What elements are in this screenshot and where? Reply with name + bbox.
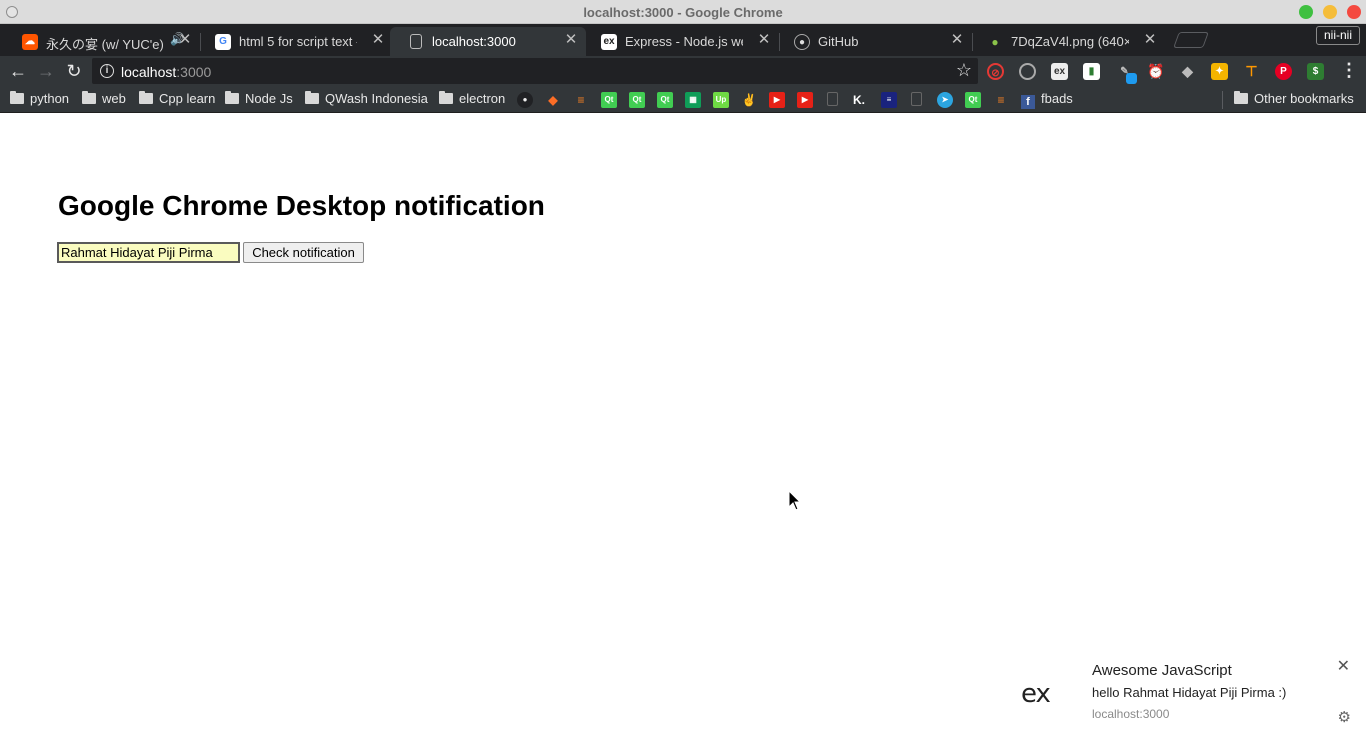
bookmark-folder-web[interactable]: web [82, 91, 126, 106]
cat-extension-icon[interactable]: ◆ [1179, 63, 1196, 80]
tab-label: localhost:3000 [432, 34, 516, 49]
minimize-button[interactable] [1323, 5, 1337, 19]
express-icon: ex [601, 34, 617, 50]
tab-google-search[interactable]: G html 5 for script text - G ✕ [197, 27, 393, 56]
reload-icon[interactable]: ↻ [63, 60, 85, 82]
sheet-extension-icon[interactable]: ▮ [1083, 63, 1100, 80]
tab-label: html 5 for script text - G [239, 34, 357, 49]
google-icon: G [215, 34, 231, 50]
close-icon[interactable]: ✕ [1337, 656, 1350, 676]
gitlab-bookmark-icon[interactable]: ◆ [545, 92, 561, 108]
folder-icon [1234, 91, 1248, 104]
bookmark-folder-other[interactable]: Other bookmarks [1234, 91, 1354, 106]
mouse-cursor-icon [788, 490, 802, 511]
qt-bookmark-icon[interactable]: Qt [629, 92, 645, 108]
pinterest-extension-icon[interactable]: P [1275, 63, 1292, 80]
tab-label: GitHub [818, 34, 859, 49]
page-heading: Google Chrome Desktop notification [58, 190, 545, 221]
browser-toolbar: ← → ↻ i localhost:3000 ☆ ⊘ ex ▮ ✎ ⏰ ◆ ✦ … [0, 56, 1366, 86]
qt-bookmark-icon[interactable]: Qt [965, 92, 981, 108]
folder-icon [305, 91, 319, 104]
stackoverflow-bookmark-icon[interactable]: ≡ [573, 92, 589, 108]
page-bookmark-icon[interactable] [911, 92, 922, 106]
name-input[interactable] [57, 242, 240, 263]
hand-bookmark-icon[interactable]: ✌ [741, 92, 757, 108]
badge-icon [1126, 73, 1137, 84]
sheets-bookmark-icon[interactable]: ▦ [685, 92, 701, 108]
bookmarks-bar: python web Cpp learn Node Js QWash Indon… [0, 86, 1366, 113]
close-tab-icon[interactable]: ✕ [371, 32, 385, 48]
notification-title: Awesome JavaScript [1092, 662, 1232, 679]
notification-origin: localhost:3000 [1092, 707, 1170, 721]
close-tab-icon[interactable]: ✕ [564, 32, 578, 48]
alarm-extension-icon[interactable]: ⏰ [1147, 63, 1164, 80]
qt-bookmark-icon[interactable]: Qt [657, 92, 673, 108]
github-bookmark-icon[interactable]: ● [517, 92, 533, 108]
tab-label: 7DqZaV4l.png (640×34 [1011, 34, 1129, 49]
soundcloud-icon: ☁ [22, 34, 38, 50]
window-titlebar: localhost:3000 - Google Chrome [0, 0, 1366, 24]
express-logo-icon: ex [1021, 679, 1051, 709]
github-icon: ● [794, 34, 810, 50]
green-dot-icon: ● [991, 35, 999, 49]
check-notification-button[interactable]: Check notification [243, 242, 364, 263]
gear-icon[interactable]: ⚙ [1338, 708, 1351, 726]
green-extension-icon[interactable]: $ [1307, 63, 1324, 80]
folder-icon [225, 91, 239, 104]
desktop-notification[interactable]: ex Awesome JavaScript hello Rahmat Hiday… [1002, 651, 1366, 743]
folder-icon [139, 91, 153, 104]
tab-github[interactable]: ● GitHub ✕ [776, 27, 973, 56]
close-tab-icon[interactable]: ✕ [1143, 32, 1157, 48]
folder-icon [82, 91, 96, 104]
youtube-bookmark-icon[interactable]: ▶ [797, 92, 813, 108]
notes-extension-icon[interactable]: ✦ [1211, 63, 1228, 80]
express-extension-icon[interactable]: ex [1051, 63, 1068, 80]
bookmark-folder-cpp[interactable]: Cpp learn [139, 91, 215, 106]
tab-express[interactable]: ex Express - Node.js web a ✕ [583, 27, 780, 56]
hammer-extension-icon[interactable]: ⊤ [1243, 63, 1260, 80]
bookmark-folder-python[interactable]: python [10, 91, 69, 106]
qt-bookmark-icon[interactable]: Qt [601, 92, 617, 108]
bookmark-star-icon[interactable]: ☆ [956, 60, 972, 81]
menu-dots-icon[interactable]: ⋮ [1340, 60, 1358, 81]
close-tab-icon[interactable]: ✕ [757, 32, 771, 48]
tab-strip: ☁ 永久の宴 (w/ YUC'e) 🔊 ✕ G html 5 for scrip… [0, 24, 1366, 56]
telegram-bookmark-icon[interactable]: ➤ [937, 92, 953, 108]
block-extension-icon[interactable]: ⊘ [987, 63, 1004, 80]
forward-arrow-icon[interactable]: → [35, 60, 57, 82]
upwork-bookmark-icon[interactable]: Up [713, 92, 729, 108]
tab-label: 永久の宴 (w/ YUC'e) [46, 37, 164, 52]
back-arrow-icon[interactable]: ← [7, 60, 29, 82]
tab-localhost[interactable]: localhost:3000 ✕ [390, 27, 586, 56]
bookmark-folder-nodejs[interactable]: Node Js [225, 91, 293, 106]
youtube-bookmark-icon[interactable]: ▶ [769, 92, 785, 108]
url-text[interactable]: localhost:3000 [121, 64, 211, 80]
notification-body: hello Rahmat Hidayat Piji Pirma :) [1092, 685, 1287, 700]
window-title: localhost:3000 - Google Chrome [583, 5, 783, 20]
new-tab-button[interactable] [1173, 32, 1209, 48]
k-bookmark-icon[interactable]: K. [851, 92, 867, 108]
profile-button[interactable]: nii-nii [1316, 26, 1361, 45]
facebook-icon: f [1021, 95, 1035, 109]
bookmark-fbads[interactable]: f fbads [1021, 91, 1073, 109]
page-bookmark-icon[interactable] [827, 92, 838, 106]
striped-bookmark-icon[interactable]: ≡ [881, 92, 897, 108]
folder-icon [10, 91, 24, 104]
maximize-button[interactable] [1299, 5, 1313, 19]
close-tab-icon[interactable]: ✕ [950, 32, 964, 48]
stackoverflow-bookmark-icon[interactable]: ≡ [993, 92, 1009, 108]
folder-icon [439, 91, 453, 104]
close-tab-icon[interactable]: ✕ [178, 32, 192, 48]
page-icon [410, 34, 422, 49]
bookmark-folder-electron[interactable]: electron [439, 91, 505, 106]
bookmarks-separator [1222, 91, 1223, 109]
bookmark-folder-qwash[interactable]: QWash Indonesia [305, 91, 428, 106]
tab-image[interactable]: ● 7DqZaV4l.png (640×34 ✕ [969, 27, 1165, 56]
tab-label: Express - Node.js web a [625, 34, 743, 49]
address-bar[interactable]: i localhost:3000 ☆ [92, 58, 978, 84]
info-icon[interactable]: i [100, 64, 114, 78]
tab-soundcloud[interactable]: ☁ 永久の宴 (w/ YUC'e) 🔊 ✕ [4, 27, 201, 56]
globe-extension-icon[interactable] [1019, 63, 1036, 80]
close-window-button[interactable] [1347, 5, 1361, 19]
